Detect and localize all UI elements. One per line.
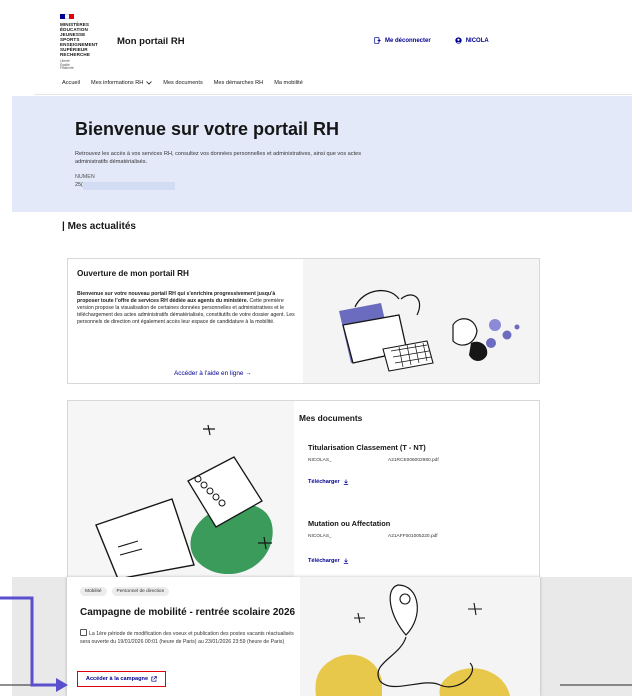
download-label: Télécharger xyxy=(308,479,340,485)
redaction-mask xyxy=(83,182,175,190)
nav-item-home[interactable]: Accueil xyxy=(62,80,80,86)
nav-item-label: Mes informations RH xyxy=(91,80,144,86)
document-filename: A21AFF001005220.pdf xyxy=(388,534,438,539)
online-help-link[interactable]: Accéder à l'aide en ligne → xyxy=(174,370,252,377)
document-file: NICOLAS_ A21AFF001005220.pdf xyxy=(308,533,534,541)
logo-text: Ministères Éducation Jeunesse Sports Ens… xyxy=(60,22,98,57)
mobility-card-body-text: La 1ère période de modification des voeu… xyxy=(80,631,294,646)
nav-item-mobility[interactable]: Ma mobilité xyxy=(274,80,303,86)
mobility-card-body: La 1ère période de modification des voeu… xyxy=(80,629,295,647)
logout-button[interactable]: Me déconnecter xyxy=(374,37,431,44)
logout-label: Me déconnecter xyxy=(385,37,431,44)
welcome-text: Retrouvez les accès à vos services RH, c… xyxy=(75,151,362,165)
document-owner: NICOLAS_ xyxy=(308,534,332,539)
ministry-logo[interactable]: Ministères Éducation Jeunesse Sports Ens… xyxy=(60,14,100,71)
site-header: Ministères Éducation Jeunesse Sports Ens… xyxy=(34,0,632,95)
path-illustration-icon xyxy=(315,584,510,696)
redaction-mask xyxy=(336,533,388,541)
tag-list: Mobilité Personnel de direction xyxy=(80,587,170,596)
tag-management-staff: Personnel de direction xyxy=(111,587,170,596)
laptop-illustration xyxy=(303,259,539,383)
user-name: NICOLA xyxy=(465,37,489,44)
access-campaign-label: Accéder à la campagne xyxy=(85,676,149,682)
external-link-icon xyxy=(151,676,157,682)
numen-value-text: 25( xyxy=(75,182,83,188)
nav-item-procedures[interactable]: Mes démarches RH xyxy=(214,80,263,86)
laptop-illustration-icon xyxy=(339,289,520,372)
user-icon xyxy=(455,37,462,44)
document-item: Mutation ou Affectation NICOLAS_ A21AFF0… xyxy=(308,519,534,541)
portal-card-text: Ouverture de mon portail RH Bienvenue su… xyxy=(68,259,303,383)
logout-icon xyxy=(374,37,381,44)
document-title: Titularisation Classement (T - NT) xyxy=(308,443,426,452)
chevron-down-icon xyxy=(146,81,153,85)
path-illustration xyxy=(300,577,540,696)
tag-mobility: Mobilité xyxy=(80,587,107,596)
access-campaign-button[interactable]: Accéder à la campagne xyxy=(77,671,166,687)
mobility-card-title: Campagne de mobilité - rentrée scolaire … xyxy=(80,607,296,618)
flag-icon xyxy=(60,14,75,19)
download-label: Télécharger xyxy=(308,558,340,564)
notebook-illustration-icon xyxy=(95,424,273,580)
page-title: Bienvenue sur votre portail RH xyxy=(75,119,340,139)
document-item: Titularisation Classement (T - NT) NICOL… xyxy=(308,443,534,465)
documents-card: Mes documents Titularisation Classement … xyxy=(67,400,540,580)
nav-item-label: Mes démarches RH xyxy=(213,80,264,86)
numen-value: 25( xyxy=(75,182,175,190)
nav-item-label: Mes documents xyxy=(163,80,203,86)
download-button[interactable]: Télécharger xyxy=(308,558,349,564)
nav-item-label: Ma mobilité xyxy=(274,80,303,86)
mobility-campaign-card: Mobilité Personnel de direction Campagne… xyxy=(67,577,540,696)
portal-card-body: Bienvenue sur votre nouveau portail RH q… xyxy=(77,291,299,326)
download-button[interactable]: Télécharger xyxy=(308,479,349,485)
redaction-mask xyxy=(336,457,388,465)
portal-opening-card: Ouverture de mon portail RH Bienvenue su… xyxy=(67,258,540,384)
user-account-button[interactable]: NICOLA xyxy=(455,37,489,44)
document-title: Mutation ou Affectation xyxy=(308,519,391,528)
news-section-title: | Mes actualités xyxy=(62,221,136,232)
document-filename: A21RCE006002980.pdf xyxy=(388,458,439,463)
numen-label: NUMEN xyxy=(75,174,95,180)
main-nav: Accueil Mes informations RH Mes document… xyxy=(62,80,303,86)
download-icon xyxy=(343,558,348,564)
mobility-card-text: Mobilité Personnel de direction Campagne… xyxy=(67,577,300,696)
portal-card-title: Ouverture de mon portail RH xyxy=(77,269,189,278)
logo-motto: Liberté Égalité Fraternité xyxy=(60,59,74,71)
document-file: NICOLAS_ A21RCE006002980.pdf xyxy=(308,457,534,465)
documents-title: Mes documents xyxy=(299,413,363,423)
documents-panel: Mes documents Titularisation Classement … xyxy=(294,401,539,579)
nav-item-documents[interactable]: Mes documents xyxy=(163,80,202,86)
document-owner: NICOLAS_ xyxy=(308,458,332,463)
calendar-icon xyxy=(80,629,87,636)
nav-item-label: Accueil xyxy=(62,80,81,86)
welcome-banner: Bienvenue sur votre portail RH Retrouvez… xyxy=(12,96,632,212)
header-actions: Me déconnecter NICOLA xyxy=(374,37,489,44)
nav-item-hr-info[interactable]: Mes informations RH xyxy=(91,80,153,86)
portal-page: Ministères Éducation Jeunesse Sports Ens… xyxy=(0,0,632,696)
download-icon xyxy=(343,479,348,485)
app-title[interactable]: Mon portail RH xyxy=(117,36,185,47)
notebook-illustration xyxy=(68,401,294,580)
portal-card-body-bold: Bienvenue sur votre nouveau portail RH q… xyxy=(77,291,276,304)
